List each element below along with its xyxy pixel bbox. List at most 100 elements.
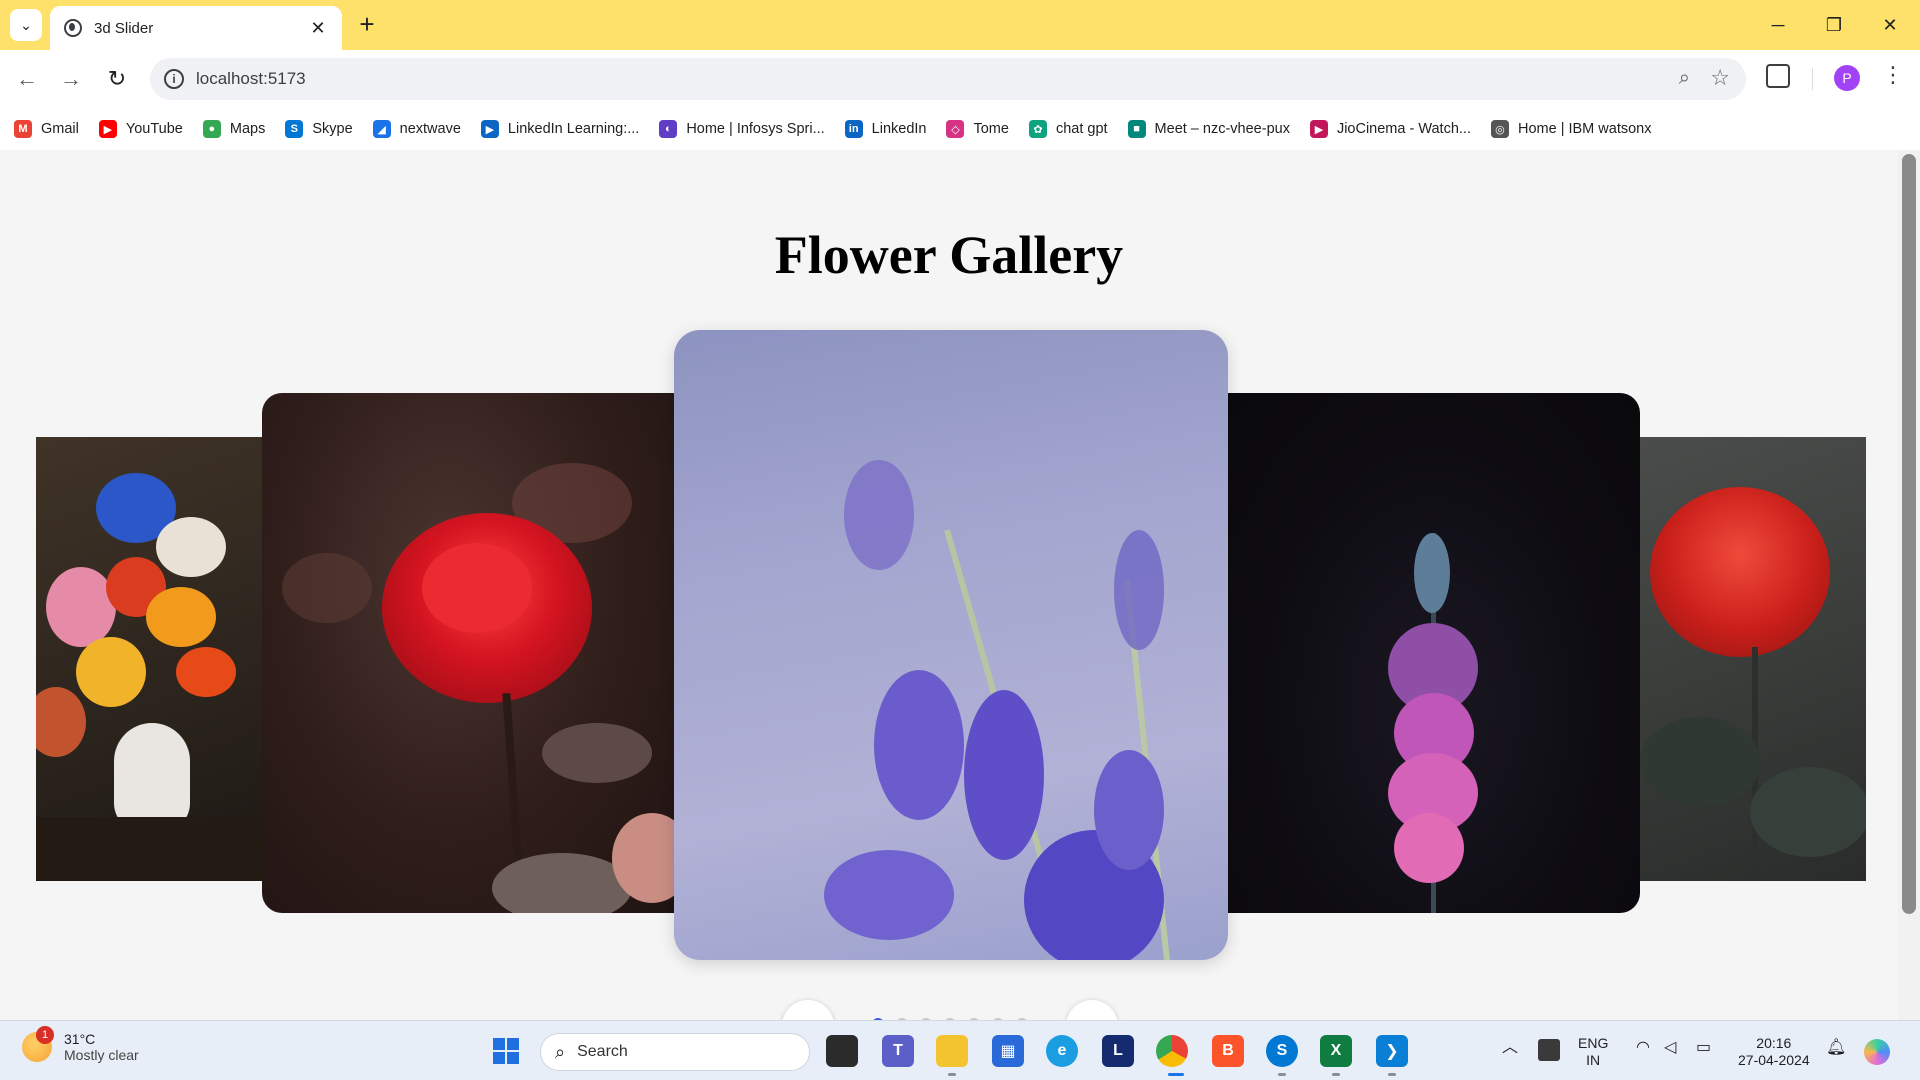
- next-slide-button[interactable]: ›: [1066, 1000, 1118, 1020]
- prev-slide-button[interactable]: ‹: [782, 1000, 834, 1020]
- battery-icon[interactable]: ▭: [1696, 1039, 1711, 1056]
- running-indicator: [948, 1073, 956, 1076]
- language-code: ENG: [1578, 1035, 1609, 1051]
- language-indicator[interactable]: ENG IN: [1578, 1035, 1608, 1069]
- hidden-icons-chevron-icon[interactable]: ︿: [1502, 1039, 1518, 1056]
- clock-time: 20:16: [1756, 1035, 1792, 1051]
- bookmark-item[interactable]: ● Maps: [202, 120, 265, 138]
- windows-taskbar: 1 31°C Mostly clear ⌕ Search T ▦ e L B S…: [0, 1020, 1920, 1080]
- nvidia-icon[interactable]: [1538, 1039, 1560, 1061]
- bookmark-item[interactable]: ◇ Tome: [946, 120, 1009, 138]
- brave-icon[interactable]: B: [1212, 1035, 1244, 1067]
- address-bar[interactable]: i localhost:5173 ⌕ ☆: [150, 58, 1746, 100]
- bookmark-label: YouTube: [125, 121, 183, 137]
- zoom-icon[interactable]: ⌕: [1679, 67, 1690, 90]
- teams-icon[interactable]: T: [882, 1035, 914, 1067]
- weather-widget[interactable]: 1 31°C Mostly clear: [22, 1026, 139, 1063]
- microsoft-store-icon[interactable]: ▦: [992, 1035, 1024, 1067]
- copilot-icon[interactable]: [1864, 1039, 1890, 1065]
- slide-bouquet[interactable]: [36, 437, 262, 881]
- scrollbar-thumb[interactable]: [1902, 154, 1916, 914]
- bookmark-item[interactable]: ◎ Home | IBM watsonx: [1490, 120, 1652, 138]
- skype-taskbar-icon[interactable]: S: [1266, 1035, 1298, 1067]
- browser-title-bar: ⌄ 3d Slider ✕ + ─ ❐ ✕: [0, 0, 1920, 50]
- close-tab-icon[interactable]: ✕: [308, 18, 328, 39]
- tome-icon: ◇: [946, 120, 965, 138]
- bookmark-item[interactable]: ✿ chat gpt: [1028, 120, 1108, 138]
- search-label: Search: [577, 1043, 628, 1060]
- browser-toolbar: ← → ↻ i localhost:5173 ⌕ ☆ P ⋮: [0, 50, 1920, 108]
- meet-icon: ■: [1127, 120, 1146, 138]
- bookmark-label: LinkedIn Learning:...: [507, 121, 640, 137]
- l-app-icon[interactable]: L: [1102, 1035, 1134, 1067]
- youtube-icon: ▶: [98, 120, 117, 138]
- wifi-icon[interactable]: ◠: [1636, 1039, 1650, 1056]
- slide-lavender[interactable]: [674, 330, 1228, 960]
- bookmark-item[interactable]: ▶ LinkedIn Learning:...: [480, 120, 640, 138]
- search-icon: ⌕: [555, 1041, 566, 1062]
- more-menu-icon[interactable]: ⋮: [1882, 62, 1904, 88]
- bookmark-label: Skype: [312, 121, 353, 137]
- vscode-icon[interactable]: ❯: [1376, 1035, 1408, 1067]
- page-scrollbar[interactable]: [1898, 150, 1920, 1020]
- notifications-bell-icon[interactable]: 🔔︎: [1826, 1039, 1846, 1056]
- slide-rose-dew[interactable]: [1640, 437, 1866, 881]
- clock[interactable]: 20:16 27-04-2024: [1738, 1035, 1810, 1069]
- windows-start-icon[interactable]: [490, 1035, 522, 1067]
- jiocinema-icon: ▶: [1309, 120, 1328, 138]
- bookmark-item[interactable]: ◢ nextwave: [372, 120, 461, 138]
- extensions-icon[interactable]: [1766, 64, 1790, 88]
- gmail-icon: M: [14, 120, 32, 138]
- minimize-button[interactable]: ─: [1750, 8, 1806, 42]
- region-code: IN: [1586, 1052, 1601, 1068]
- bookmark-label: Home | IBM watsonx: [1517, 121, 1652, 137]
- page-title: Flower Gallery: [774, 225, 1124, 285]
- reload-icon[interactable]: ↻: [102, 64, 132, 94]
- profile-avatar[interactable]: P: [1834, 65, 1860, 91]
- taskbar-search[interactable]: ⌕ Search: [540, 1033, 810, 1071]
- bookmarks-bar: M Gmail ▶ YouTube ● Maps S Skype ◢ nextwave ▶ Linke…: [0, 108, 1920, 150]
- notification-badge: 1: [36, 1026, 54, 1044]
- volume-icon[interactable]: ◁: [1664, 1039, 1676, 1056]
- bookmark-item[interactable]: ▶ JioCinema - Watch...: [1309, 120, 1471, 138]
- running-indicator: [1332, 1073, 1340, 1076]
- nextwave-icon: ◢: [372, 120, 391, 138]
- weather-temperature: 31°C: [64, 1031, 96, 1047]
- weather-description: Mostly clear: [64, 1047, 139, 1063]
- infosys-icon: ◐: [659, 120, 678, 138]
- page-viewport: Flower Gallery: [0, 150, 1898, 1020]
- bookmark-star-icon[interactable]: ☆: [1710, 65, 1730, 91]
- slide-foxglove[interactable]: [1228, 393, 1640, 913]
- watsonx-icon: ◎: [1490, 120, 1509, 138]
- back-arrow-icon[interactable]: ←: [12, 64, 42, 94]
- bookmark-label: LinkedIn: [871, 121, 927, 137]
- bookmark-label: chat gpt: [1055, 121, 1108, 137]
- bookmark-label: Meet – nzc-vhee-pux: [1154, 121, 1290, 137]
- forward-arrow-icon[interactable]: →: [56, 64, 86, 94]
- file-explorer-icon[interactable]: [936, 1035, 968, 1067]
- bookmark-item[interactable]: ▶ YouTube: [98, 120, 183, 138]
- restore-button[interactable]: ❐: [1806, 8, 1862, 42]
- bookmark-item[interactable]: S Skype: [285, 120, 353, 138]
- excel-icon[interactable]: X: [1320, 1035, 1352, 1067]
- bookmark-item[interactable]: M Gmail: [14, 120, 79, 138]
- tab-search-button[interactable]: ⌄: [10, 9, 42, 41]
- bookmark-item[interactable]: ◐ Home | Infosys Spri...: [659, 120, 825, 138]
- chatgpt-icon: ✿: [1028, 120, 1047, 138]
- chrome-icon[interactable]: [1156, 1035, 1188, 1067]
- close-window-button[interactable]: ✕: [1862, 8, 1918, 42]
- running-indicator: [1278, 1073, 1286, 1076]
- bookmark-label: nextwave: [399, 121, 461, 137]
- browser-tab[interactable]: 3d Slider ✕: [50, 6, 342, 50]
- bookmark-item[interactable]: ■ Meet – nzc-vhee-pux: [1127, 120, 1290, 138]
- task-view-icon[interactable]: [826, 1035, 858, 1067]
- slide-red-rose[interactable]: [262, 393, 674, 913]
- site-info-icon[interactable]: i: [164, 69, 184, 89]
- url-text[interactable]: localhost:5173: [196, 69, 306, 89]
- edge-icon[interactable]: e: [1046, 1035, 1078, 1067]
- clock-date: 27-04-2024: [1738, 1052, 1810, 1068]
- bookmark-label: JioCinema - Watch...: [1336, 121, 1471, 137]
- bookmark-item[interactable]: in LinkedIn: [844, 120, 927, 138]
- new-tab-button[interactable]: +: [352, 10, 382, 40]
- linkedin-icon: in: [844, 120, 863, 138]
